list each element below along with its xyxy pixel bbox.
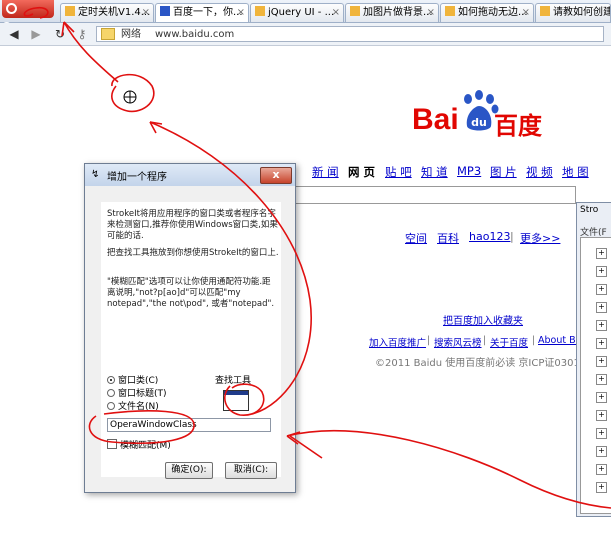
annotation-curve-findtool (149, 121, 312, 415)
annotation-opera-circle (23, 6, 49, 19)
annotation-stroke (289, 435, 323, 459)
annotation-arrowhead (149, 121, 163, 134)
annotation-line-right (286, 430, 611, 509)
annotation-overlay (23, 6, 611, 509)
annotation-input-circle (88, 410, 195, 444)
annotation-findtool-circle (224, 383, 265, 416)
move-cursor-icon (123, 90, 137, 104)
